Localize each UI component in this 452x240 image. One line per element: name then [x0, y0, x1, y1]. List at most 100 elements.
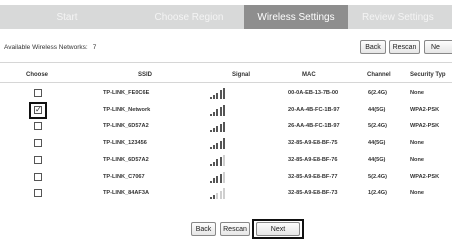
mac-cell: 32-85-A9-E8-BF-76	[288, 156, 338, 163]
signal-bar	[216, 109, 219, 116]
signal-bar	[219, 157, 222, 166]
signal-bar	[216, 142, 219, 150]
signal-bar	[222, 88, 225, 99]
ssid-cell: TP-LINK_84AF3A	[103, 190, 150, 197]
signal-bar	[219, 123, 222, 133]
signal-strength-icon	[210, 188, 226, 200]
choose-checkbox[interactable]	[34, 89, 42, 97]
channel-cell: 5(2.4G)	[368, 123, 387, 130]
signal-bar	[213, 94, 216, 99]
ssid-cell: TP-LINK_6D57A2	[103, 123, 149, 130]
signal-bar	[213, 128, 216, 133]
channel-cell: 6(2.4G)	[368, 90, 387, 96]
wizard-step-review-settings: Review Settings	[362, 11, 434, 23]
column-header-choose: Choose	[26, 72, 49, 78]
table-row[interactable]: TP-LINK_Network 20-AA-4B-FC-1B-97 44(5G) WP…	[0, 101, 452, 119]
signal-strength-icon	[210, 138, 226, 150]
channel-cell: 1(2.4G)	[368, 190, 387, 197]
signal-bar	[222, 138, 225, 150]
signal-bar	[210, 130, 212, 133]
back-button-top[interactable]: Back	[360, 40, 386, 54]
channel-cell: 5(2.4G)	[368, 173, 387, 180]
security-cell: None	[410, 156, 424, 163]
signal-bar	[210, 97, 212, 99]
choose-checkbox[interactable]	[34, 122, 42, 131]
signal-bar	[210, 180, 212, 183]
signal-bar	[222, 121, 225, 133]
signal-bar	[219, 107, 222, 116]
mac-cell: 00-0A-EB-13-7B-00	[288, 90, 339, 96]
available-networks-label: Available Wireless Networks: 7	[4, 44, 96, 51]
mac-cell: 32-85-A9-E8-BF-75	[288, 140, 338, 147]
signal-bar	[210, 147, 212, 150]
signal-strength-icon	[210, 121, 226, 133]
channel-cell: 44(5G)	[368, 106, 386, 113]
security-cell: None	[410, 140, 424, 147]
available-networks-count: 7	[92, 44, 97, 51]
signal-bar	[216, 92, 219, 99]
mac-cell: 32-85-A9-E8-BF-77	[288, 173, 338, 180]
column-header-channel: Channel	[367, 72, 391, 78]
choose-checkbox[interactable]	[34, 189, 42, 198]
mac-cell: 26-AA-4B-FC-1B-97	[288, 123, 340, 130]
signal-strength-icon	[210, 171, 226, 183]
security-cell: WPA2-PSK	[410, 123, 440, 130]
divider	[0, 62, 452, 63]
back-button[interactable]: Back	[191, 222, 216, 236]
choose-checkbox[interactable]	[34, 155, 42, 164]
ssid-cell: TP-LINK_6D57A2	[103, 156, 149, 163]
signal-strength-icon	[210, 88, 226, 99]
signal-bar	[219, 173, 222, 183]
security-cell: WPA2-PSK	[410, 106, 440, 113]
next-button-top[interactable]: Ne	[424, 40, 452, 54]
wizard-steps: Start Choose Region Wireless Settings Re…	[0, 5, 452, 29]
signal-bar	[219, 90, 222, 99]
signal-strength-icon	[210, 104, 226, 116]
table-row[interactable]: TP-LINK_6D57A2 32-85-A9-E8-BF-76 44(5G) Non…	[0, 153, 452, 169]
signal-strength-icon	[210, 155, 226, 166]
choose-checkbox[interactable]	[34, 172, 42, 181]
available-networks-text: Available Wireless Networks:	[4, 44, 88, 51]
signal-bar	[216, 192, 219, 200]
signal-bar	[210, 113, 212, 116]
mac-cell: 32-85-A9-E8-BF-73	[288, 190, 338, 197]
signal-bar	[222, 188, 225, 200]
signal-bar	[219, 190, 222, 200]
table-row[interactable]: TP-LINK_84AF3A 32-85-A9-E8-BF-73 1(2.4G) No…	[0, 186, 452, 202]
table-row[interactable]: TP-LINK_FE0C6E 00-0A-EB-13-7B-00 6(2.4G) No…	[0, 86, 452, 102]
security-cell: None	[410, 90, 424, 96]
rescan-button-top[interactable]: Rescan	[389, 40, 420, 54]
signal-bar	[216, 159, 219, 166]
column-header-signal: Signal	[232, 72, 251, 78]
selected-checkbox-highlight	[29, 101, 47, 119]
wizard-step-start: Start	[56, 11, 78, 23]
column-header-ssid: SSID	[138, 72, 153, 78]
ssid-cell: TP-LINK_FE0C6E	[103, 90, 150, 96]
signal-bar	[213, 195, 216, 200]
security-cell: None	[410, 190, 424, 197]
rescan-button[interactable]: Rescan	[220, 222, 250, 236]
ssid-cell: TP-LINK_123456	[103, 140, 147, 147]
signal-bar	[213, 178, 216, 183]
mac-cell: 20-AA-4B-FC-1B-97	[288, 106, 340, 113]
table-row[interactable]: TP-LINK_C7067 32-85-A9-E8-BF-77 5(2.4G) WPA…	[0, 170, 452, 186]
signal-bar	[213, 144, 216, 150]
header-divider	[0, 82, 452, 83]
table-row[interactable]: TP-LINK_6D57A2 26-AA-4B-FC-1B-97 5(2.4G) WP…	[0, 119, 452, 135]
wizard-step-wireless-settings: Wireless Settings	[244, 5, 348, 29]
choose-checkbox[interactable]	[34, 139, 42, 148]
ssid-cell: TP-LINK_C7067	[103, 173, 145, 180]
signal-bar	[210, 197, 212, 200]
signal-bar	[222, 171, 225, 183]
signal-bar	[213, 111, 216, 116]
ssid-cell: TP-LINK_Network	[103, 106, 151, 113]
signal-bar	[219, 140, 222, 150]
table-row[interactable]: TP-LINK_123456 32-85-A9-E8-BF-75 44(5G) Non…	[0, 136, 452, 152]
wizard-step-choose-region: Choose Region	[154, 11, 224, 23]
signal-bar	[222, 104, 225, 116]
signal-bar	[213, 161, 216, 166]
security-cell: WPA2-PSK	[410, 173, 440, 180]
signal-bar	[210, 163, 212, 166]
column-header-security: Security Typ	[410, 72, 446, 78]
signal-bar	[222, 155, 225, 166]
